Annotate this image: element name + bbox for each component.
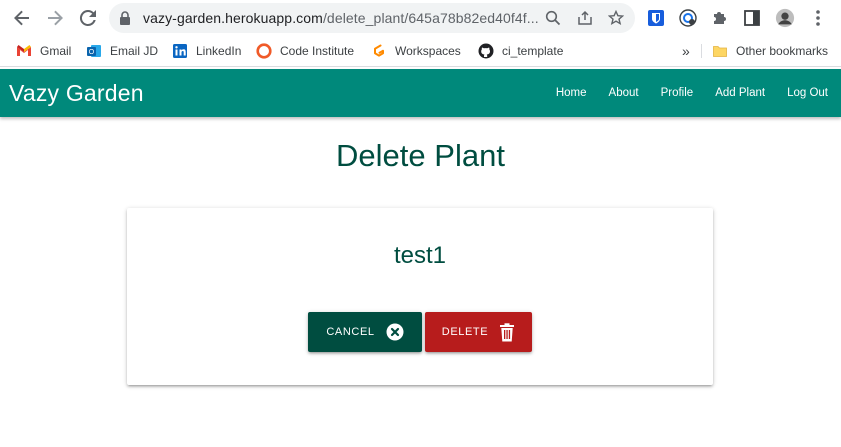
cancel-label: CANCEL — [326, 326, 375, 338]
site-navbar: Vazy Garden Home About Profile Add Plant… — [0, 69, 841, 117]
bookmark-ci-template[interactable]: ci_template — [478, 41, 563, 61]
nav-profile[interactable]: Profile — [650, 69, 705, 117]
nav-about[interactable]: About — [598, 69, 650, 117]
url-path: /delete_plant/645a78b82ed40f4f... — [322, 10, 539, 26]
zoom-icon[interactable] — [545, 10, 561, 26]
gitpod-icon — [374, 44, 384, 57]
bookmarks-divider — [701, 44, 702, 58]
nav-add-plant[interactable]: Add Plant — [704, 69, 776, 117]
bookmark-label: Workspaces — [395, 44, 461, 58]
plant-name: test1 — [393, 242, 447, 269]
delete-button[interactable]: DELETE — [425, 312, 532, 352]
reload-button[interactable] — [76, 6, 100, 30]
menu-icon[interactable] — [808, 8, 828, 28]
bookmark-email-jd[interactable]: O Email JD — [86, 41, 158, 61]
code-institute-icon — [256, 43, 272, 59]
bitwarden-icon[interactable] — [646, 8, 666, 28]
bookmark-linkedin[interactable]: LinkedIn — [172, 41, 241, 61]
avatar[interactable] — [775, 8, 795, 28]
browser-toolbar: vazy-garden.herokuapp.com/delete_plant/6… — [0, 0, 841, 36]
delete-card: test1 CANCEL DELETE — [127, 208, 713, 385]
bookmark-other-bookmarks[interactable]: Other bookmarks — [712, 41, 828, 61]
nav-links: Home About Profile Add Plant Log Out — [545, 69, 841, 117]
overflow-label: » — [682, 43, 690, 59]
bookmark-label: LinkedIn — [196, 44, 242, 58]
puzzle-icon[interactable] — [710, 8, 730, 28]
bookmark-label: Other bookmarks — [736, 44, 829, 58]
gmail-icon — [17, 45, 31, 56]
bookmark-label: Email JD — [110, 44, 159, 58]
bookmark-label: Gmail — [40, 44, 72, 58]
bookmarks-overflow-button[interactable]: » — [682, 41, 690, 61]
address-bar[interactable]: vazy-garden.herokuapp.com/delete_plant/6… — [109, 3, 635, 33]
bookmark-code-institute[interactable]: Code Institute — [256, 41, 354, 61]
github-icon — [478, 43, 494, 59]
arrow-left-icon — [14, 10, 29, 26]
nav-home[interactable]: Home — [545, 69, 598, 117]
bookmark-gmail[interactable]: Gmail — [16, 41, 71, 61]
forward-button[interactable] — [43, 6, 67, 30]
page-title: Delete Plant — [336, 138, 505, 173]
share-icon[interactable] — [577, 10, 593, 26]
reload-icon — [79, 9, 96, 26]
delete-label: DELETE — [441, 326, 489, 338]
folder-icon — [713, 46, 727, 57]
back-button[interactable] — [10, 6, 34, 30]
bookmarks-bar: Gmail O Email JD LinkedIn Code Institute… — [0, 36, 841, 67]
bookmark-workspaces[interactable]: Workspaces — [371, 41, 461, 61]
trash-icon — [500, 322, 515, 341]
sidepanel-icon[interactable] — [742, 8, 762, 28]
bookmark-label: Code Institute — [280, 44, 355, 58]
url-host: vazy-garden.herokuapp.com — [143, 10, 323, 26]
bookmark-label: ci_template — [502, 44, 564, 58]
outlook-icon: O — [87, 45, 101, 57]
svg-text:O: O — [89, 49, 95, 56]
lock-icon[interactable] — [119, 11, 131, 25]
cancel-button[interactable]: CANCEL — [308, 312, 422, 352]
arrow-right-icon — [48, 10, 63, 26]
star-icon[interactable] — [608, 10, 624, 26]
url-text[interactable]: vazy-garden.herokuapp.com/delete_plant/6… — [143, 10, 539, 26]
grammarly-icon[interactable] — [678, 8, 698, 28]
site-logo[interactable]: Vazy Garden — [9, 80, 144, 107]
nav-log-out[interactable]: Log Out — [776, 69, 841, 117]
linkedin-icon — [173, 44, 187, 58]
close-circle-icon — [386, 323, 404, 341]
